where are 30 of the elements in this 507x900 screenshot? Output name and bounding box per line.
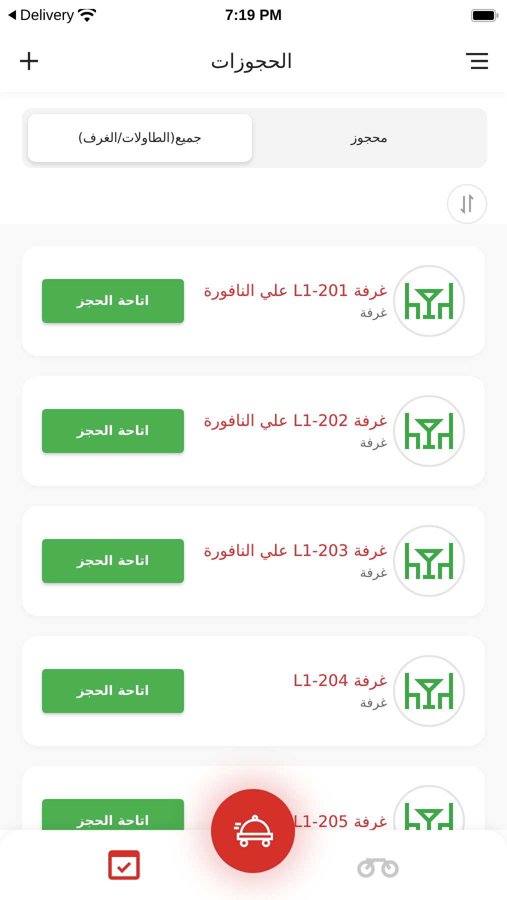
filter-tab[interactable]: جميع(الطاولات/الغرف) [28, 114, 252, 162]
sort-icon [460, 194, 474, 214]
clock-time: 7:19 PM [225, 6, 282, 24]
add-icon[interactable] [20, 52, 38, 70]
room-card[interactable]: غرفة L1-203 علي النافورة غرفة اتاحة الحجز [22, 506, 485, 616]
room-card[interactable]: غرفة L1-202 علي النافورة غرفة اتاحة الحجز [22, 376, 485, 486]
table-chairs-icon [404, 671, 454, 711]
sort-button[interactable] [447, 184, 487, 224]
room-type: غرفة [358, 566, 387, 581]
page-title: الحجوزات [210, 49, 292, 73]
back-arrow-icon[interactable] [8, 10, 16, 20]
room-type: غرفة [358, 306, 387, 321]
table-chairs-icon [404, 281, 454, 321]
room-type: غرفة [358, 436, 387, 451]
room-title: غرفة L1-201 علي النافورة [202, 281, 387, 300]
wifi-icon [78, 8, 96, 22]
filter-tab[interactable]: محجوز [258, 114, 481, 162]
room-title: غرفة L1-203 علي النافورة [202, 541, 387, 560]
table-chairs-icon [404, 411, 454, 451]
menu-icon[interactable] [464, 53, 489, 69]
room-title: غرفة L1-204 [292, 671, 387, 690]
cloche-cart-icon [233, 814, 273, 848]
room-card[interactable]: غرفة L1-204 غرفة اتاحة الحجز [22, 636, 485, 746]
table-chairs-icon [404, 541, 454, 581]
back-app-label[interactable]: Delivery [20, 6, 74, 24]
room-type: غرفة [358, 696, 387, 711]
table-chairs-icon [404, 801, 454, 830]
room-title: غرفة L1-202 علي النافورة [202, 411, 387, 430]
battery-icon [470, 8, 499, 22]
room-card[interactable]: غرفة L1-201 علي النافورة غرفة اتاحة الحجز [22, 246, 485, 356]
